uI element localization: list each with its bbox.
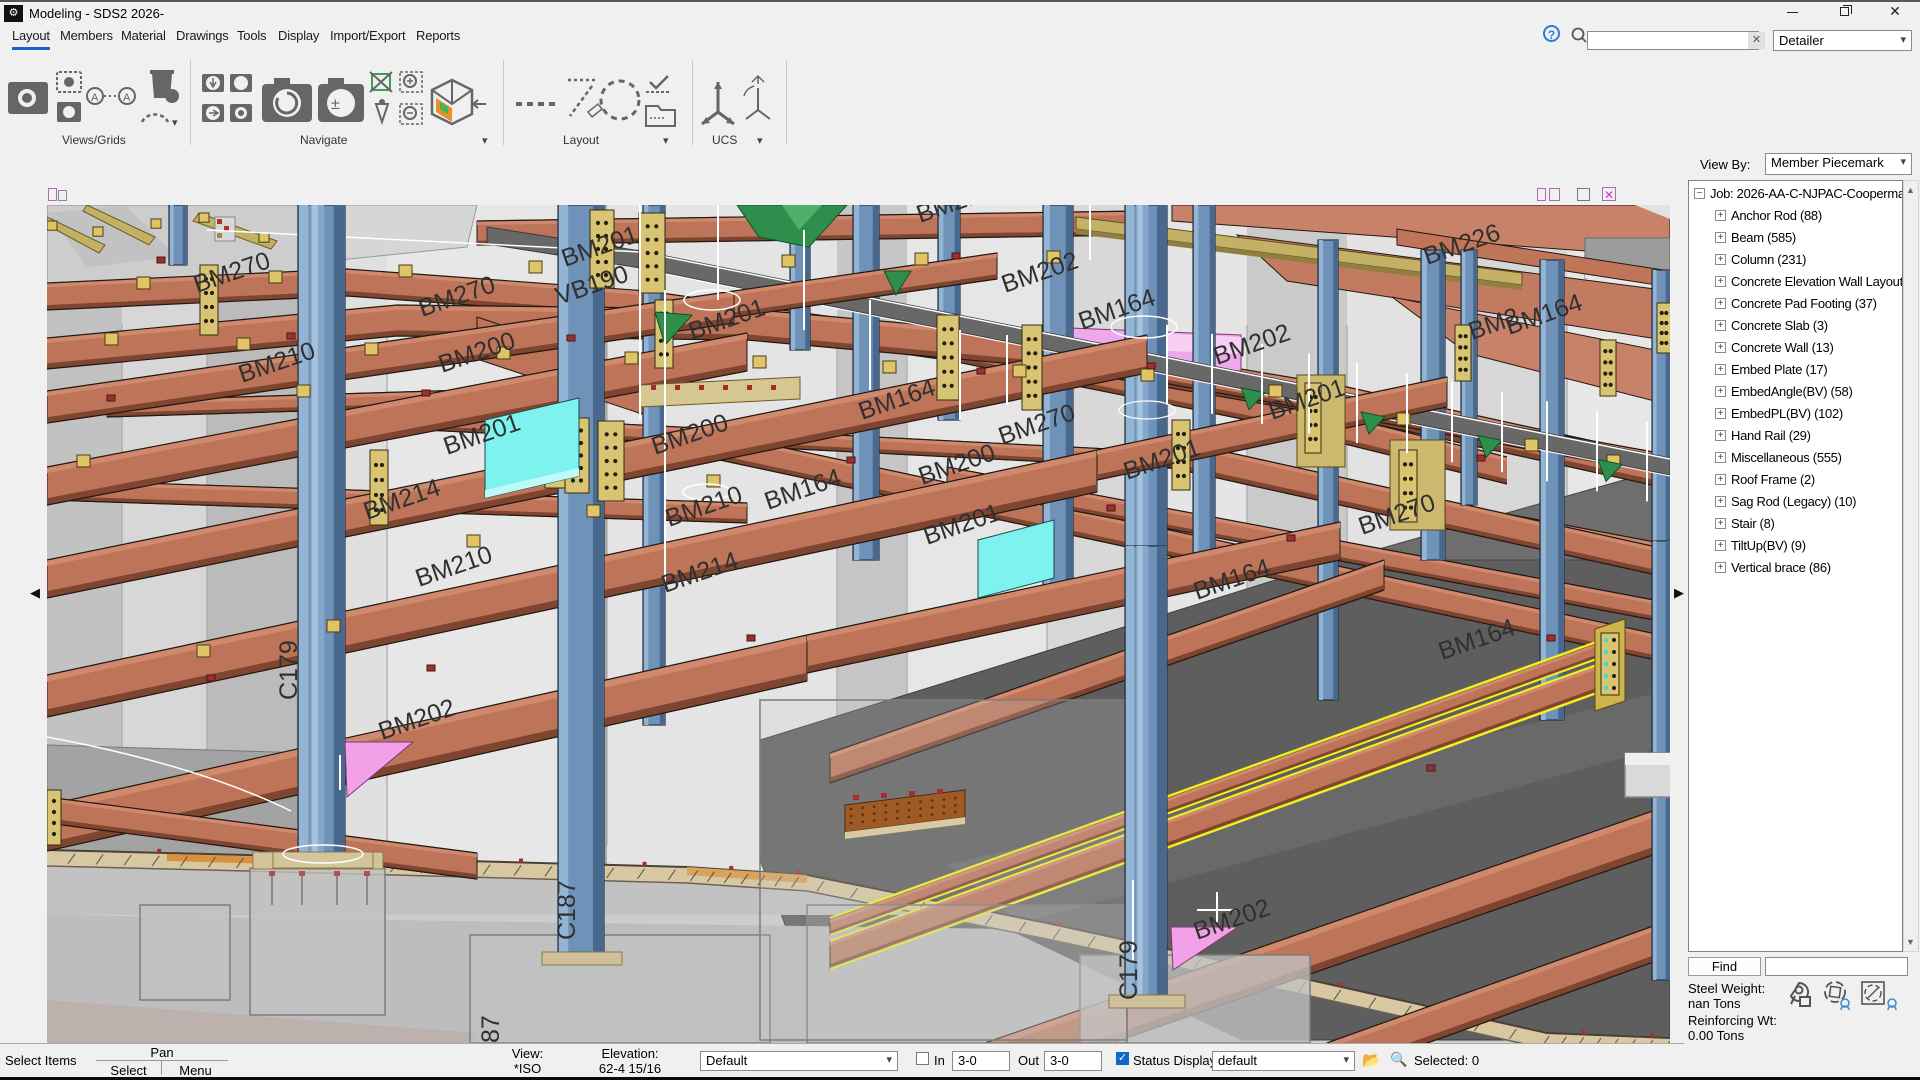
svg-text:A: A	[123, 92, 131, 104]
svg-text:A: A	[91, 92, 99, 104]
svg-text:C179: C179	[275, 640, 303, 700]
svg-text:87: 87	[477, 1015, 505, 1043]
svg-text:±: ±	[331, 96, 340, 113]
svg-text:C179: C179	[1115, 940, 1143, 1000]
svg-text:▾: ▾	[172, 117, 178, 129]
svg-text:C187: C187	[553, 880, 581, 940]
